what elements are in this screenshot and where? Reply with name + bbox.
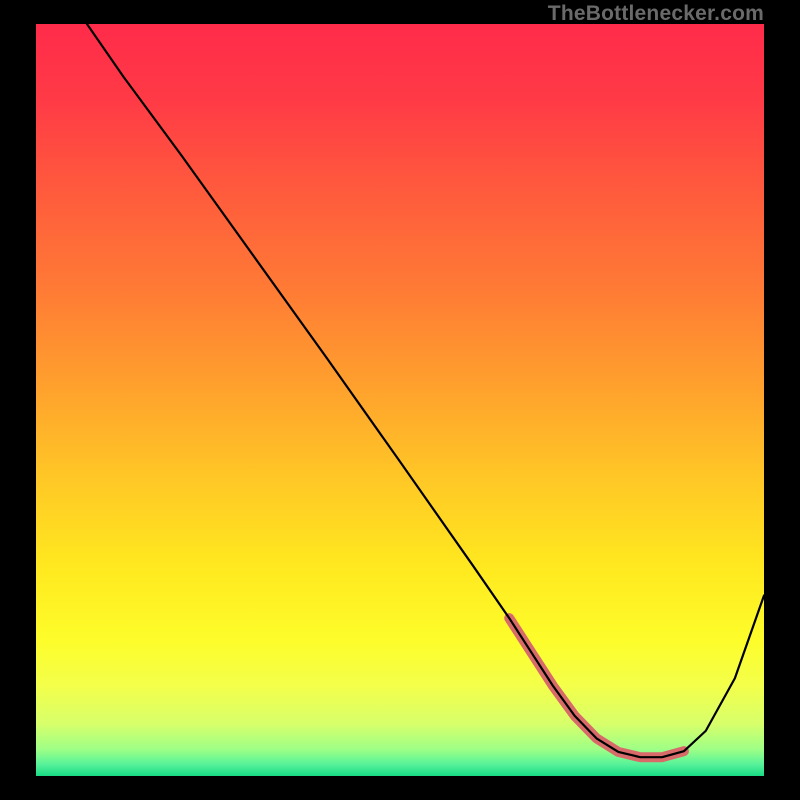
chart-stage: TheBottlenecker.com [0,0,800,800]
plot-svg [36,24,764,776]
watermark-text: TheBottlenecker.com [548,2,764,26]
plot-area [36,24,764,776]
gradient-backdrop [36,24,764,776]
